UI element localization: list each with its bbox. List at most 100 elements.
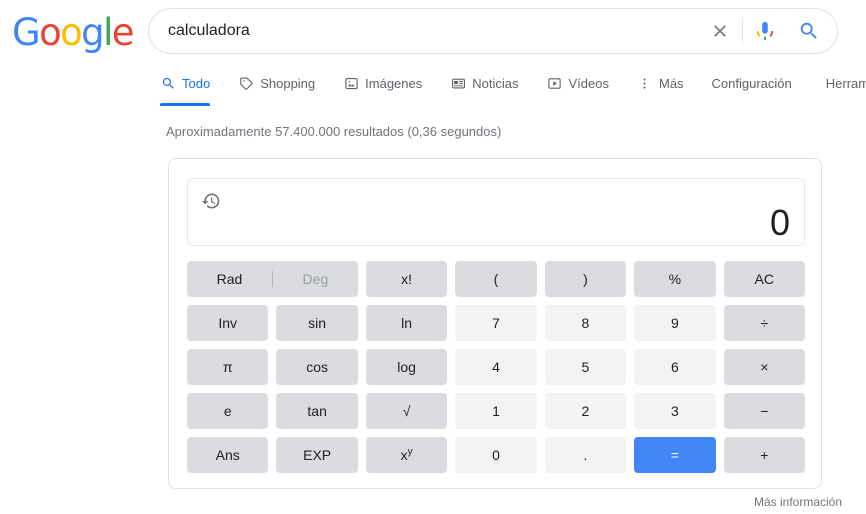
nav-tab-label: Shopping <box>260 75 316 91</box>
close-icon[interactable] <box>698 9 742 53</box>
nav-settings[interactable]: Configuración <box>712 70 792 106</box>
nav-tab-label: Noticias <box>472 75 519 91</box>
microphone-icon[interactable] <box>743 9 787 53</box>
more-vert-icon <box>637 75 653 91</box>
page-header: Google Todo Shopping Imágenes Noticias Vídeo… <box>0 0 866 106</box>
calc-key-label: + <box>760 447 769 463</box>
calc-key-open-paren[interactable]: ( <box>455 261 537 297</box>
logo-letter-2: o <box>60 11 83 54</box>
calc-key-label: √ <box>402 403 411 419</box>
calc-key-label: Inv <box>218 315 238 331</box>
tag-icon <box>238 75 254 91</box>
calc-key-multiply[interactable]: × <box>723 349 805 385</box>
nav-link-label: Herramientas <box>825 75 866 91</box>
calc-key-7[interactable]: 7 <box>455 305 537 341</box>
nav-tab-vdeos[interactable]: Vídeos <box>547 70 609 106</box>
calc-key-log[interactable]: log <box>365 349 448 385</box>
nav-tab-label: Todo <box>182 75 211 91</box>
calc-key-0[interactable]: 0 <box>455 437 537 473</box>
calc-key-euler[interactable]: e <box>187 393 269 429</box>
calc-key-label: 9 <box>670 315 679 331</box>
calc-key-inv[interactable]: Inv <box>187 305 269 341</box>
image-icon <box>343 75 359 91</box>
nav-tab-label: Vídeos <box>568 75 609 91</box>
calc-key-label: EXP <box>303 447 332 463</box>
calc-key-rad[interactable]: Rad <box>187 272 272 286</box>
calc-key-tan[interactable]: tan <box>276 393 358 429</box>
calc-key-9[interactable]: 9 <box>634 305 716 341</box>
calc-key-label: cos <box>306 359 329 375</box>
calc-key-2[interactable]: 2 <box>544 393 627 429</box>
calc-key-label: 3 <box>670 403 679 419</box>
nav-tools[interactable]: Herramientas <box>826 70 866 106</box>
logo-letter-3: g <box>81 11 104 54</box>
calc-key-square-root[interactable]: √ <box>365 393 448 429</box>
calculator-keypad: Rad Deg x! ()% AC Inv sin ln 7 8 9 ÷ π cos log 4 5 6 × e tan… <box>187 261 805 473</box>
calculator-card: 0 Rad Deg x! ()% AC Inv sin ln 7 8 9 ÷ π cos log 4 5 6 × e t… <box>168 158 822 489</box>
nav-link-label: Configuración <box>711 75 792 91</box>
search-bar[interactable] <box>148 8 838 54</box>
calc-key-divide[interactable]: ÷ <box>723 305 805 341</box>
calc-key-exp[interactable]: EXP <box>276 437 358 473</box>
logo-letter-1: o <box>39 11 62 54</box>
calc-key-cos[interactable]: cos <box>276 349 358 385</box>
angle-mode-separator <box>271 271 273 287</box>
calc-key-5[interactable]: 5 <box>544 349 627 385</box>
logo-letter-4: l <box>103 11 113 54</box>
calc-key-factorial[interactable]: x! <box>365 261 448 297</box>
google-logo[interactable]: Google <box>12 11 135 54</box>
calc-key-label: 8 <box>581 315 590 331</box>
calc-key-add[interactable]: + <box>723 437 805 473</box>
calc-key-label: ÷ <box>760 315 769 331</box>
calc-key-label: π <box>222 359 233 375</box>
search-icon[interactable] <box>787 9 831 53</box>
calc-key-label: log <box>397 359 416 375</box>
calc-key-sin[interactable]: sin <box>276 305 358 341</box>
calc-key-deg[interactable]: Deg <box>273 272 358 286</box>
calc-key-label: % <box>668 271 682 287</box>
calc-key-1[interactable]: 1 <box>455 393 537 429</box>
calc-key-4[interactable]: 4 <box>455 349 537 385</box>
more-info-link[interactable]: Más información <box>754 495 842 509</box>
calc-key-label: ln <box>401 315 413 331</box>
calc-key-decimal[interactable]: . <box>544 437 627 473</box>
calc-key-label: Ans <box>215 447 240 463</box>
video-icon <box>547 75 563 91</box>
calc-key-ans[interactable]: Ans <box>187 437 269 473</box>
calc-key-ln[interactable]: ln <box>365 305 448 341</box>
calc-key-label: 5 <box>581 359 590 375</box>
calc-key-label: sin <box>308 315 327 331</box>
nav-tab-shopping[interactable]: Shopping <box>238 70 315 106</box>
calc-key-label: × <box>760 359 769 375</box>
calc-key-label: ( <box>493 271 499 287</box>
calc-key-angle-mode-toggle[interactable]: Rad Deg <box>187 261 358 297</box>
history-icon[interactable] <box>201 191 221 211</box>
calc-key-label: 6 <box>670 359 679 375</box>
calc-key-6[interactable]: 6 <box>634 349 716 385</box>
nav-tab-imgenes[interactable]: Imágenes <box>343 70 422 106</box>
logo-letter-0: G <box>12 11 41 54</box>
calc-key-all-clear[interactable]: AC <box>723 261 805 297</box>
calc-key-power[interactable]: xy <box>365 437 448 473</box>
calc-key-label: xy <box>400 446 413 463</box>
nav-tab-label: Más <box>658 75 684 91</box>
calc-key-percent[interactable]: % <box>634 261 716 297</box>
nav-tab-noticias[interactable]: Noticias <box>450 70 519 106</box>
calc-key-label: 4 <box>492 359 500 375</box>
calc-key-equals[interactable]: = <box>634 437 716 473</box>
calc-key-label: = <box>670 447 679 463</box>
calc-key-3[interactable]: 3 <box>634 393 716 429</box>
search-nav-tabs: Todo Shopping Imágenes Noticias Vídeos Más Con… <box>160 70 866 106</box>
calc-key-subtract[interactable]: − <box>723 393 805 429</box>
calc-key-8[interactable]: 8 <box>544 305 627 341</box>
calc-key-close-paren[interactable]: ) <box>544 261 627 297</box>
calc-key-label: ) <box>583 271 588 287</box>
nav-tab-todo[interactable]: Todo <box>160 70 211 106</box>
calc-key-label: x! <box>401 271 412 287</box>
calc-key-label: 0 <box>492 447 500 463</box>
calc-key-label: AC <box>754 271 774 287</box>
search-input[interactable] <box>149 22 698 40</box>
calculator-display: 0 <box>187 178 805 246</box>
nav-tab-ms[interactable]: Más <box>637 70 684 106</box>
calc-key-pi[interactable]: π <box>187 349 269 385</box>
